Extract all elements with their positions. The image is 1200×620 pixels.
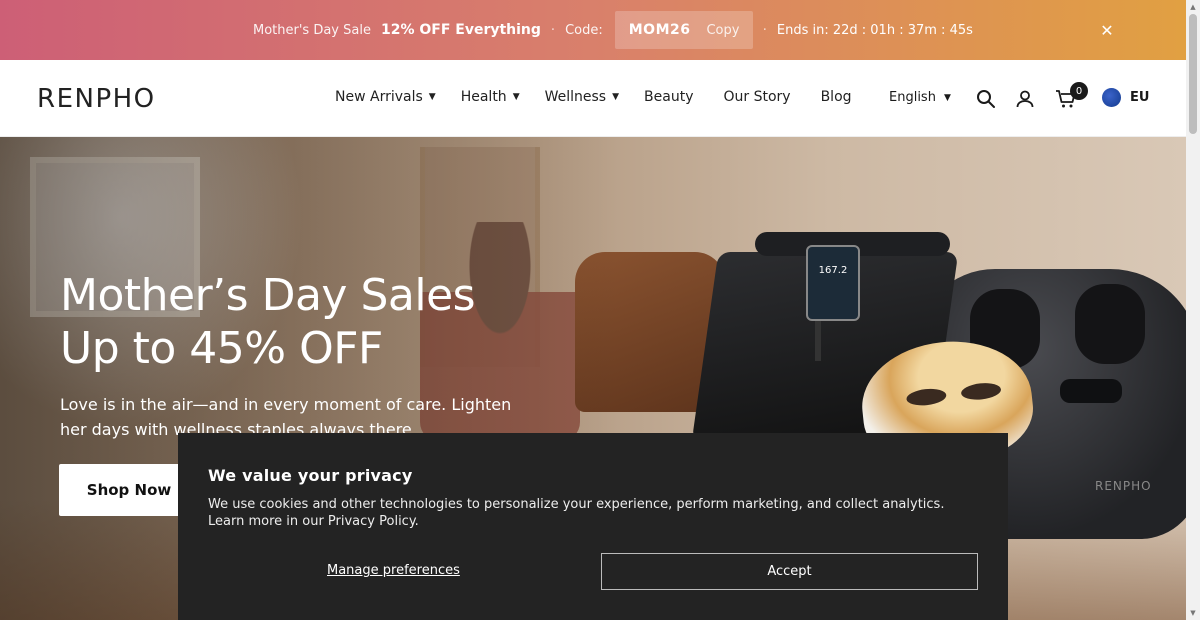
announcement-content: Mother's Day Sale 12% OFF Everything · C… — [253, 11, 973, 49]
promo-code: MOM26 — [628, 22, 691, 38]
cookie-banner: We value your privacy We use cookies and… — [178, 433, 1008, 620]
copy-label: Copy — [706, 22, 740, 38]
cookie-title: We value your privacy — [208, 466, 413, 485]
nav-item-beauty[interactable]: Beauty — [644, 89, 693, 105]
scroll-down-icon[interactable]: ▼ — [1188, 608, 1198, 618]
cookie-body: We use cookies and other technologies to… — [208, 497, 945, 529]
separator-dot: · — [550, 22, 556, 38]
language-label: English — [889, 90, 936, 105]
nav-item-label: Our Story — [723, 89, 791, 105]
nav-item-label: Beauty — [644, 89, 694, 105]
main-nav: New Arrivals ▼ Health ▼ Wellness ▼ Beauty O… — [335, 89, 852, 105]
nav-item-our-story[interactable]: Our Story — [723, 89, 790, 105]
chevron-down-icon: ▼ — [428, 92, 436, 102]
code-label: Code: — [565, 22, 603, 38]
search-icon[interactable] — [975, 88, 997, 110]
nav-item-label: Wellness — [544, 89, 607, 105]
scale-display: 167.2 — [806, 245, 860, 321]
cart-count-badge: 0 — [1070, 82, 1088, 100]
scale-rod — [815, 321, 821, 361]
hero-title-line: Up to 45% OFF — [60, 323, 383, 374]
globe-icon — [1102, 88, 1121, 107]
scrollbar-thumb[interactable] — [1189, 14, 1197, 134]
account-icon[interactable] — [1014, 88, 1036, 110]
chevron-down-icon: ▼ — [943, 92, 951, 103]
logo[interactable]: RENPHO — [37, 84, 156, 114]
accept-button[interactable]: Accept — [601, 553, 978, 590]
nav-item-blog[interactable]: Blog — [821, 89, 852, 105]
massager-control-panel — [1060, 379, 1122, 403]
hero-title: Mother’s Day Sales Up to 45% OFF — [60, 269, 476, 375]
mask-eye — [960, 381, 1002, 402]
region-label: EU — [1130, 90, 1150, 105]
chevron-down-icon: ▼ — [612, 92, 620, 102]
language-selector[interactable]: English ▼ — [889, 90, 951, 105]
nav-item-label: Health — [460, 89, 507, 105]
offer-text: 12% OFF Everything — [380, 22, 541, 38]
scroll-up-icon[interactable]: ▲ — [1188, 2, 1198, 12]
page-scrollbar[interactable]: ▲ ▼ — [1186, 0, 1200, 620]
sale-label: Mother's Day Sale — [253, 22, 371, 38]
separator-dot: · — [762, 22, 767, 38]
nav-item-health[interactable]: Health ▼ — [461, 89, 520, 105]
hero-title-line: Mother’s Day Sales — [60, 270, 476, 321]
massager-slot — [1075, 284, 1145, 364]
manage-preferences-link[interactable]: Manage preferences — [327, 563, 460, 578]
countdown-timer: Ends in: 22d : 01h : 37m : 45s — [776, 22, 973, 38]
mask-eye — [905, 387, 948, 408]
copy-code-button[interactable]: MOM26 Copy — [614, 11, 753, 49]
nav-item-label: New Arrivals — [335, 89, 423, 105]
nav-item-wellness[interactable]: Wellness ▼ — [545, 89, 619, 105]
close-icon[interactable]: ✕ — [1098, 21, 1116, 40]
region-selector[interactable]: EU — [1102, 88, 1149, 107]
chevron-down-icon: ▼ — [512, 92, 520, 102]
site-header: RENPHO New Arrivals ▼ Health ▼ Wellness ▼ B… — [0, 60, 1186, 137]
nav-item-label: Blog — [820, 89, 852, 105]
announcement-bar: Mother's Day Sale 12% OFF Everything · C… — [0, 0, 1186, 60]
nav-item-new-arrivals[interactable]: New Arrivals ▼ — [335, 89, 436, 105]
massager-brand: RENPHO — [1095, 479, 1152, 493]
